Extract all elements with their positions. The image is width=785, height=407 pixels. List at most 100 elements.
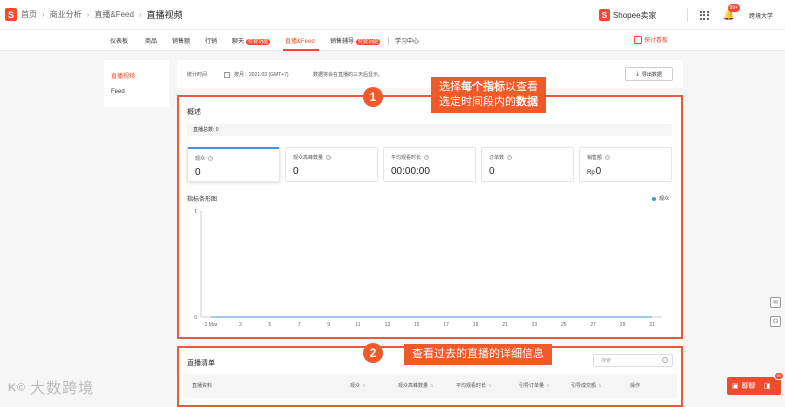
- x-tick-label: 11: [355, 322, 360, 328]
- metric-card-peak-viewers[interactable]: 观众高峰数量? 0: [285, 147, 378, 182]
- tab-learning-center[interactable]: 学习中心: [395, 36, 419, 45]
- x-tick-label: 27: [590, 322, 596, 328]
- tab-sales[interactable]: 销售额: [172, 36, 190, 45]
- x-tick-label: 3: [239, 322, 242, 328]
- help-icon: ?: [326, 155, 332, 160]
- metric-value: 00:00:00: [391, 166, 430, 177]
- live-search-input[interactable]: 搜索: [593, 354, 673, 367]
- sidebar: 直播视频 Feed: [104, 60, 169, 107]
- chart-title: 指标条形图: [187, 197, 218, 203]
- metric-value: Rp0: [587, 166, 601, 177]
- breadcrumb-business-analytics[interactable]: 商业分析: [50, 9, 82, 20]
- col-avg-watch-time[interactable]: 平均观看时长 ⇅: [456, 382, 491, 389]
- help-icon: ?: [507, 155, 513, 160]
- x-tick-label: 17: [443, 322, 449, 328]
- col-gmv[interactable]: 引导成交额 ⇅: [571, 382, 601, 389]
- chat-label: 聊聊: [741, 383, 756, 390]
- metric-chart: 0 1 1 Mar 3 5 7 9 11 13 15 17 19 21 23 25 27 29 31: [194, 209, 662, 328]
- apps-grid-icon[interactable]: [699, 10, 709, 20]
- chevron-right-icon: ›: [138, 10, 142, 19]
- tab-chat[interactable]: 聊天 付费功能: [232, 36, 271, 45]
- stat-period-label: 统计时间: [187, 72, 208, 78]
- seller-brand[interactable]: S Shopee卖家: [598, 9, 657, 21]
- x-tick-label: 19: [473, 322, 479, 328]
- metric-label: 销售额?: [587, 155, 611, 161]
- metric-card-orders[interactable]: 订单数? 0: [481, 147, 574, 182]
- explore-dashboard-link[interactable]: 探讨看板: [633, 35, 668, 44]
- dashboard-icon: [633, 35, 642, 44]
- callout-1: 选择每个指标以查看 选定时间段内的数据: [431, 77, 546, 113]
- sidebar-item-live-video[interactable]: 直播视频: [111, 71, 135, 80]
- x-tick-label: 15: [414, 322, 420, 328]
- filter-bar: 统计时间 按月：2021.03 (GMT+7) 数据将会在直播的三天后显示。 ⤓…: [177, 60, 683, 88]
- explore-dashboard-label: 探讨看板: [643, 38, 668, 44]
- notification-bell[interactable]: 🔔 99+: [723, 3, 741, 21]
- table-header: 直播资料 观众 ⇅ 观众高峰数量 ⇅ 平均观看时长 ⇅ 引导订单量 ⇅ 引导成交额 ⇅ 操…: [183, 374, 677, 398]
- breadcrumb-live-feed[interactable]: 直播&Feed: [94, 9, 134, 20]
- mail-icon[interactable]: ✉: [770, 297, 781, 308]
- help-icon: ?: [605, 155, 611, 160]
- chart-legend[interactable]: 观众: [651, 195, 669, 202]
- period-picker[interactable]: 按月：2021.03 (GMT+7): [224, 68, 289, 81]
- currency-label: Rp: [587, 170, 595, 176]
- metric-card-viewers[interactable]: 观众? 0: [187, 147, 280, 182]
- tab-sales-coaching[interactable]: 销售辅导 付费功能: [330, 36, 381, 45]
- chat-badge: 99: [773, 372, 784, 380]
- tab-live-feed[interactable]: 直播&Feed: [285, 36, 315, 45]
- sidebar-item-feed[interactable]: Feed: [111, 89, 125, 95]
- shopee-bag-icon: S: [598, 9, 610, 21]
- export-button[interactable]: ⤓ 导出数据: [625, 67, 673, 81]
- user-name[interactable]: 跨境大学: [749, 11, 773, 20]
- y-tick-label: 0: [194, 315, 197, 321]
- col-orders[interactable]: 引导订单量 ⇅: [519, 382, 549, 389]
- x-tick-label: 5: [268, 322, 271, 328]
- x-tick-label: 9: [327, 322, 330, 328]
- tab-marketing[interactable]: 行销: [205, 36, 217, 45]
- x-tick-label: 23: [532, 322, 538, 328]
- export-label: 导出数据: [641, 71, 662, 78]
- metric-label: 订单数?: [489, 155, 513, 161]
- metric-value: 0: [489, 166, 495, 177]
- col-viewers[interactable]: 观众 ⇅: [350, 382, 365, 389]
- shopee-logo-icon[interactable]: S: [5, 8, 17, 21]
- metric-label: 观众?: [195, 156, 214, 162]
- metric-label: 平均观看时长?: [391, 155, 430, 161]
- metric-value: 0: [293, 166, 299, 177]
- metric-card-avg-watch-time[interactable]: 平均观看时长? 00:00:00: [383, 147, 476, 182]
- tab-sales-coaching-label: 销售辅导: [330, 39, 355, 45]
- paid-feature-badge: 付费功能: [356, 39, 381, 45]
- active-tab-indicator: [283, 49, 319, 51]
- brand-label: Shopee卖家: [612, 10, 657, 20]
- chat-bubble-icon: ▣: [732, 383, 739, 390]
- sort-icon: ⇅: [598, 383, 602, 388]
- tab-products[interactable]: 商品: [145, 36, 157, 45]
- download-icon: ⤓: [636, 70, 639, 77]
- callout-number-1: 1: [363, 87, 383, 107]
- breadcrumb-home[interactable]: 首页: [21, 9, 37, 20]
- sales-value: 0: [595, 166, 602, 177]
- sort-icon: ⇅: [430, 383, 434, 388]
- top-bar: S 首页 › 商业分析 › 直播&Feed › 直播视频 S Shopee卖家 …: [0, 0, 785, 30]
- nav-divider: [388, 37, 389, 45]
- col-peak-viewers[interactable]: 观众高峰数量 ⇅: [398, 382, 433, 389]
- data-delay-note: 数据将会在直播的三天后显示。: [313, 72, 384, 78]
- paid-feature-badge: 付费功能: [246, 39, 271, 45]
- tab-dashboard[interactable]: 仪表板: [110, 36, 128, 45]
- support-icon[interactable]: ☊: [770, 316, 781, 327]
- divider: [686, 8, 688, 22]
- analytics-nav: 仪表板 商品 销售额 行销 聊天 付费功能 直播&Feed 销售辅导 付费功能 学习…: [0, 30, 785, 51]
- metric-value: 0: [195, 167, 201, 178]
- chevron-right-icon: ›: [86, 10, 90, 19]
- live-list-title: 直播清单: [187, 360, 215, 367]
- metric-card-sales[interactable]: 销售额? Rp0: [579, 147, 672, 182]
- chat-button[interactable]: ▣ 聊聊 ◨ 99: [727, 372, 784, 395]
- x-tick-label: 7: [298, 322, 301, 328]
- watermark: K© 大数跨境: [8, 377, 94, 398]
- watermark-text: 大数跨境: [30, 380, 95, 397]
- sort-icon: ⇅: [546, 383, 550, 388]
- x-tick-label: 13: [385, 322, 391, 328]
- callout-2: 查看过去的直播的详细信息: [404, 344, 552, 365]
- period-value: 按月：2021.03 (GMT+7): [234, 72, 289, 78]
- col-actions: 操作: [630, 383, 641, 389]
- calendar-icon: [224, 71, 230, 78]
